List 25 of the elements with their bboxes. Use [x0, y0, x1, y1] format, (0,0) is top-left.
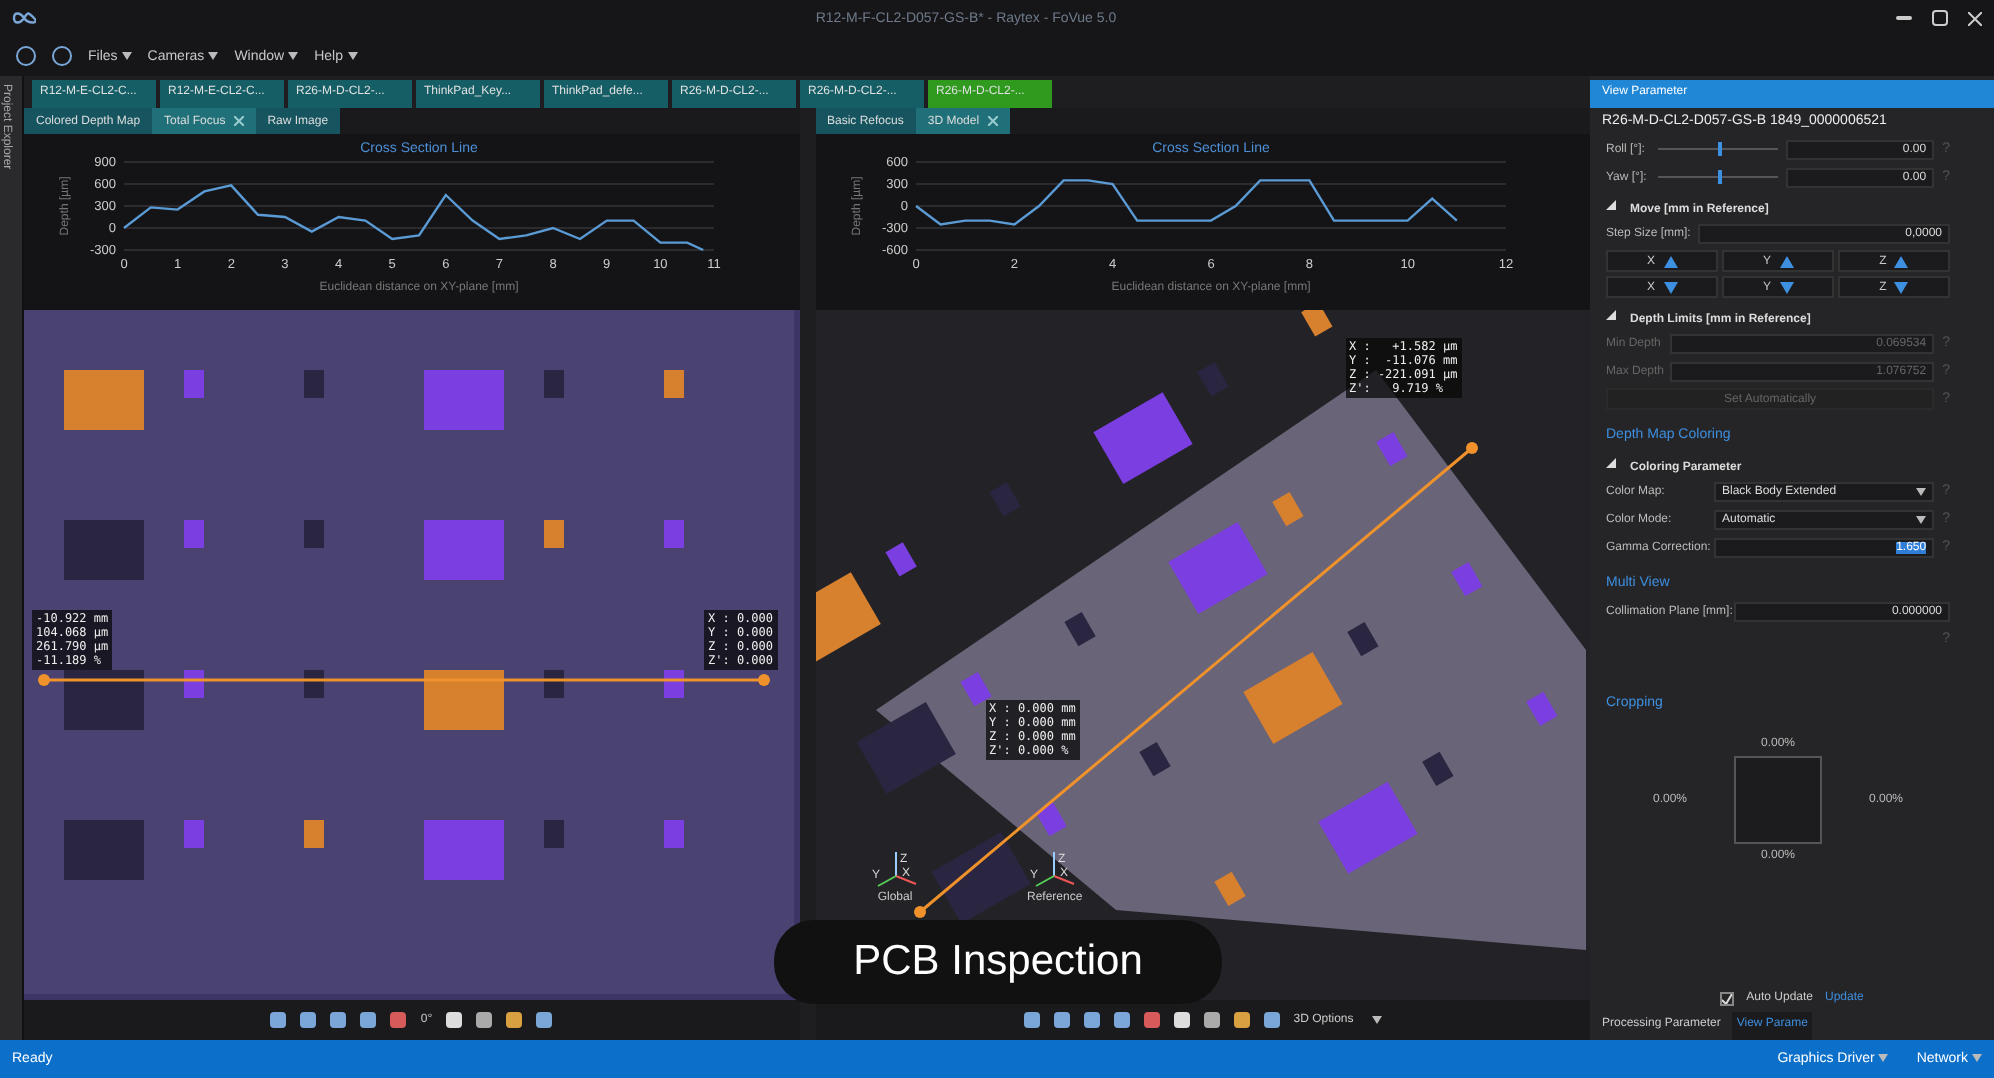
collapse-triangle-icon[interactable] — [1606, 200, 1616, 210]
up-arrow-icon — [1663, 255, 1677, 267]
caret-icon — [347, 51, 357, 59]
caret-icon — [208, 51, 219, 59]
caret-icon — [1916, 515, 1927, 523]
caret-icon — [121, 51, 132, 59]
restore-icon[interactable] — [1932, 10, 1948, 26]
caret-icon — [1916, 487, 1927, 495]
up-arrow-icon — [1779, 255, 1793, 267]
down-arrow-icon — [1663, 281, 1677, 293]
minimize-icon[interactable] — [1896, 16, 1912, 20]
up-arrow-icon — [1894, 255, 1909, 267]
caret-icon — [288, 51, 299, 59]
caret-icon — [1371, 1016, 1382, 1024]
checkbox[interactable] — [1720, 991, 1735, 1005]
infinity-logo-icon — [12, 12, 36, 24]
crop-preview — [1734, 756, 1822, 844]
down-arrow-icon — [1779, 281, 1793, 293]
down-arrow-icon — [1894, 281, 1909, 293]
close-icon[interactable] — [1968, 11, 1982, 25]
collapse-triangle-icon[interactable] — [1606, 310, 1616, 320]
collapse-triangle-icon[interactable] — [1606, 458, 1616, 468]
video-caption: PCB Inspection — [774, 920, 1222, 1004]
caret-icon — [1972, 1054, 1982, 1062]
caret-icon — [1878, 1054, 1889, 1062]
